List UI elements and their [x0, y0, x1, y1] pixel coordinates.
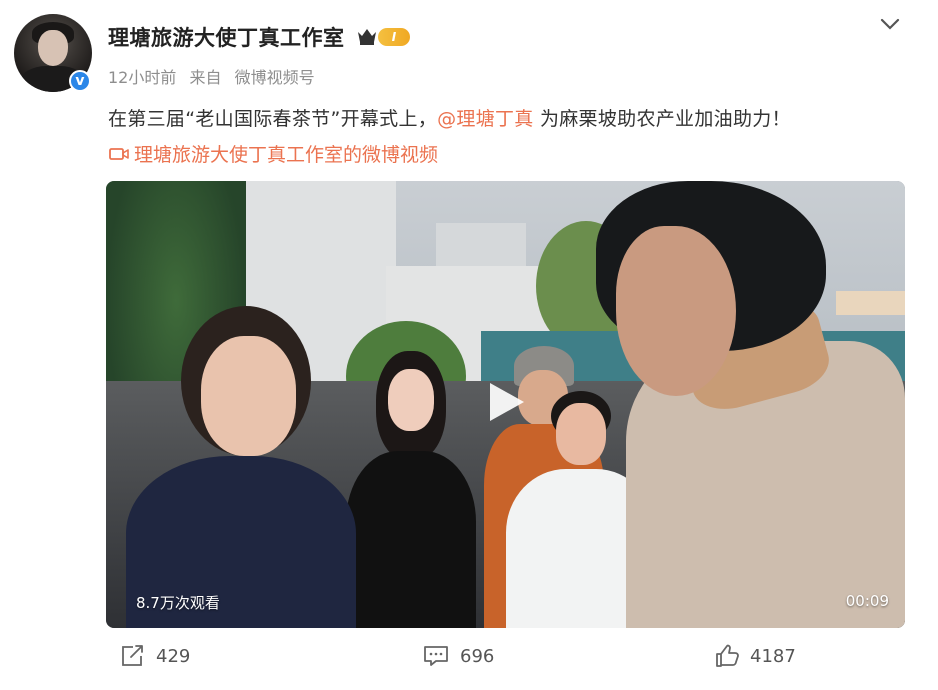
- account-name[interactable]: 理塘旅游大使丁真工作室: [108, 22, 345, 52]
- video-camera-icon: [109, 147, 129, 160]
- mention-link[interactable]: @理塘丁真: [437, 108, 534, 130]
- verified-badge: v: [69, 70, 91, 92]
- scene-person: [346, 351, 476, 628]
- scene-person: [126, 296, 356, 628]
- avatar-face: [38, 30, 68, 66]
- post-time: 12小时前: [108, 68, 177, 87]
- comment-icon: [424, 646, 448, 666]
- level-badge: I: [378, 28, 410, 46]
- post-text-before: 在第三届“老山国际春茶节”开幕式上，: [108, 108, 438, 130]
- scene-person: [576, 181, 905, 628]
- video-source-link[interactable]: 理塘旅游大使丁真工作室的微博视频: [108, 140, 438, 167]
- repost-icon: [122, 645, 143, 666]
- post-meta: 12小时前 来自 微博视频号: [108, 64, 323, 88]
- chevron-down-icon[interactable]: [878, 14, 902, 34]
- source-name[interactable]: 微博视频号: [235, 68, 315, 87]
- view-count: 8.7万次观看: [136, 594, 220, 612]
- repost-count: 429: [156, 645, 191, 667]
- video-duration: 00:09: [845, 592, 889, 610]
- comment-button[interactable]: 696: [422, 644, 494, 668]
- like-count: 4187: [750, 645, 796, 667]
- comment-count: 696: [460, 645, 495, 667]
- play-icon[interactable]: [482, 379, 528, 425]
- source-prefix: 来自: [189, 68, 222, 87]
- like-button[interactable]: 4187: [714, 644, 796, 668]
- repost-button[interactable]: 429: [120, 644, 190, 668]
- post-text: 在第三届“老山国际春茶节”开幕式上，@理塘丁真 为麻栗坡助农产业加油助力！: [108, 104, 791, 131]
- like-icon: [716, 644, 739, 667]
- crown-icon: [358, 29, 376, 45]
- video-source-label: 理塘旅游大使丁真工作室的微博视频: [134, 144, 439, 166]
- action-bar: 429 696 4187: [0, 640, 938, 680]
- video-player[interactable]: 8.7万次观看 00:09: [106, 181, 905, 628]
- post-text-after: 为麻栗坡助农产业加油助力！: [533, 108, 791, 130]
